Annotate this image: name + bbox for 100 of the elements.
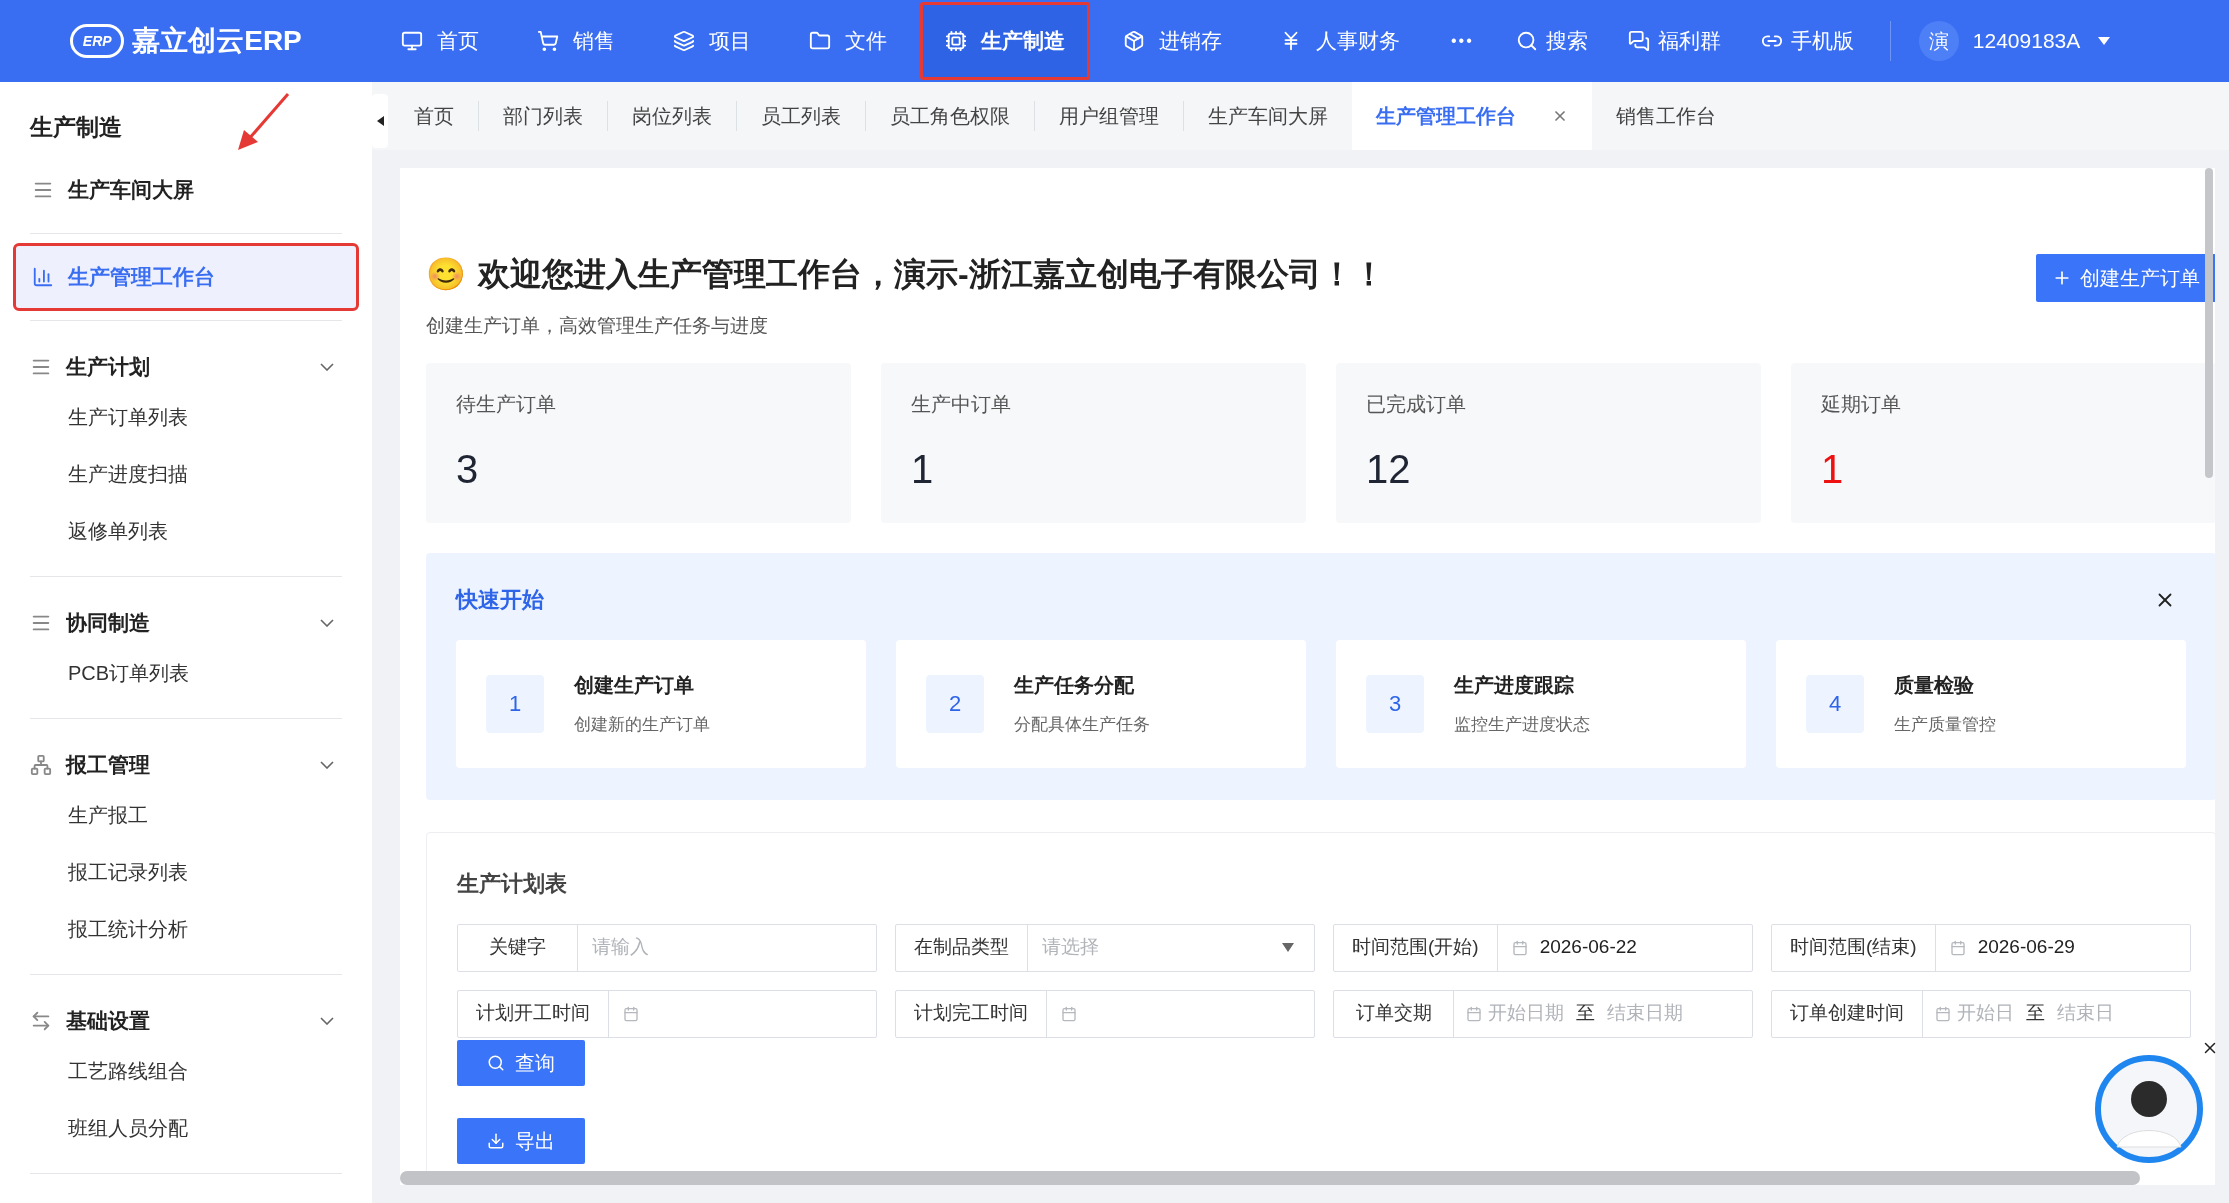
calendar-icon	[1949, 939, 1966, 956]
field-label: 订单交期	[1334, 990, 1454, 1037]
stat-label: 待生产订单	[456, 391, 557, 417]
date-field[interactable]: 计划开工时间	[457, 989, 877, 1038]
page-tab[interactable]: 员工列表	[737, 82, 865, 150]
stat-value: 3	[456, 445, 480, 493]
field-label: 计划完工时间	[896, 990, 1047, 1037]
cube-icon	[1123, 30, 1145, 52]
chip-icon	[945, 30, 967, 52]
calendar-icon	[1935, 1005, 1951, 1022]
sidebar-group[interactable]: 协同制造	[30, 600, 342, 645]
stat-label: 生产中订单	[911, 391, 1012, 417]
keyword-input[interactable]: 请输入	[578, 924, 876, 971]
more-button[interactable]: •••	[1429, 29, 1496, 53]
step-card[interactable]: 2 生产任务分配 分配具体生产任务	[896, 639, 1306, 768]
plan-title: 生产计划表	[457, 870, 567, 896]
type-select[interactable]: 在制品类型 请选择	[895, 923, 1315, 972]
step-description: 生产质量管控	[1894, 713, 1996, 736]
chart-icon	[32, 265, 54, 288]
chevron-icon	[320, 618, 334, 627]
export-button[interactable]: 导出	[457, 1117, 585, 1164]
page-tab[interactable]: 用户组管理	[1035, 82, 1183, 150]
step-title: 生产进度跟踪	[1454, 672, 1575, 698]
stat-label: 已完成订单	[1366, 391, 1467, 417]
logo-icon: ERP	[70, 24, 125, 58]
nav-item[interactable]: 项目	[648, 2, 776, 80]
user-avatar: 演	[1918, 21, 1959, 61]
query-button[interactable]: 查询	[457, 1039, 585, 1086]
nav-item[interactable]: 生产制造	[920, 2, 1090, 80]
sidebar-item[interactable]: 生产管理工作台	[16, 245, 356, 308]
toolbar-link[interactable]: 手机版	[1740, 25, 1874, 57]
nav-item[interactable]: 文件	[784, 2, 912, 80]
step-title: 生产任务分配	[1014, 672, 1135, 698]
page-tab[interactable]: 首页	[390, 82, 478, 150]
step-number: 2	[926, 674, 984, 733]
monitor-icon	[401, 30, 423, 52]
toolbar-link[interactable]: 福利群	[1607, 25, 1741, 57]
stat-value: 1	[1821, 445, 1845, 493]
nav-item[interactable]: 人事财务	[1255, 2, 1425, 80]
step-title: 创建生产订单	[574, 672, 695, 698]
page-tab[interactable]: 员工角色权限	[866, 82, 1034, 150]
emoji: 😊	[426, 255, 466, 294]
field-label: 关键字	[458, 924, 578, 971]
quick-start-title: 快速开始	[456, 586, 544, 612]
swap-icon	[30, 1009, 52, 1032]
step-card[interactable]: 1 创建生产订单 创建新的生产订单	[456, 639, 866, 768]
sidebar-group[interactable]: 报工管理	[30, 742, 342, 787]
cart-icon	[537, 30, 559, 52]
sidebar-subitem[interactable]: 报工记录列表	[30, 843, 342, 901]
sidebar-group[interactable]: 生产计划	[30, 344, 342, 389]
page-tab[interactable]: 生产车间大屏	[1184, 82, 1352, 150]
stat-value: 12	[1366, 445, 1412, 493]
sidebar-subitem[interactable]: 工艺路线组合	[30, 1042, 342, 1100]
collapse-handle[interactable]	[372, 94, 388, 148]
assistant-avatar-icon[interactable]	[2095, 1055, 2203, 1163]
stat-label: 延期订单	[1821, 391, 1902, 417]
page-tab[interactable]: 销售工作台	[1592, 82, 1740, 150]
nav-item[interactable]: 进销存	[1098, 2, 1247, 80]
step-card[interactable]: 3 生产进度跟踪 监控生产进度状态	[1336, 639, 1746, 768]
layers-icon	[673, 30, 695, 52]
sidebar-subitem[interactable]: 返修单列表	[30, 502, 342, 560]
step-number: 3	[1366, 674, 1424, 733]
page-tab[interactable]: 岗位列表	[608, 82, 736, 150]
chevron-icon	[320, 362, 334, 371]
step-number: 1	[486, 674, 544, 733]
folder-icon	[809, 30, 831, 52]
page-tab[interactable]: 部门列表	[479, 82, 607, 150]
step-title: 质量检验	[1894, 672, 1975, 698]
sidebar-group[interactable]: 基础设置	[30, 998, 342, 1043]
date-range-field[interactable]: 订单创建时间 开始日 至 结束日	[1771, 989, 2191, 1038]
step-card[interactable]: 4 质量检验 生产质量管控	[1776, 639, 2186, 768]
sidebar-subitem[interactable]: 报工统计分析	[30, 900, 342, 958]
calendar-icon	[623, 1005, 639, 1022]
date-field[interactable]: 计划完工时间	[895, 989, 1315, 1038]
date-field[interactable]: 时间范围(开始) 2026-06-22	[1333, 923, 1753, 972]
step-number: 4	[1806, 674, 1864, 733]
step-description: 分配具体生产任务	[1014, 713, 1150, 736]
keyword-field[interactable]: 关键字 请输入	[457, 923, 877, 972]
sidebar-subitem[interactable]: 生产进度扫描	[30, 445, 342, 503]
calendar-icon	[1466, 1005, 1482, 1022]
date-field[interactable]: 时间范围(结束) 2026-06-29	[1771, 923, 2191, 972]
field-label: 订单创建时间	[1772, 990, 1923, 1037]
calendar-icon	[1511, 939, 1528, 956]
sidebar-subitem[interactable]: 班组人员分配	[30, 1099, 342, 1157]
sidebar-subitem[interactable]: PCB订单列表	[30, 644, 342, 702]
vertical-scrollbar[interactable]	[2205, 168, 2213, 478]
sidebar-subitem[interactable]: 生产订单列表	[30, 388, 342, 446]
field-label: 在制品类型	[896, 924, 1028, 971]
toolbar-link[interactable]: 搜索	[1495, 25, 1608, 57]
date-range-field[interactable]: 订单交期 开始日期 至 结束日期	[1333, 989, 1753, 1038]
page-tab[interactable]: 生产管理工作台	[1352, 82, 1592, 150]
chat-icon	[1627, 30, 1650, 52]
welcome-subtitle: 创建生产订单，高效管理生产任务与进度	[426, 314, 769, 338]
nav-item[interactable]: 首页	[376, 2, 504, 80]
horizontal-scrollbar[interactable]	[400, 1171, 2140, 1185]
step-description: 创建新的生产订单	[574, 713, 710, 736]
create-order-button[interactable]: 创建生产订单	[2036, 254, 2215, 302]
sidebar-subitem[interactable]: 生产报工	[30, 786, 342, 844]
sidebar-item[interactable]: 生产车间大屏	[16, 158, 356, 221]
nav-item[interactable]: 销售	[512, 2, 640, 80]
